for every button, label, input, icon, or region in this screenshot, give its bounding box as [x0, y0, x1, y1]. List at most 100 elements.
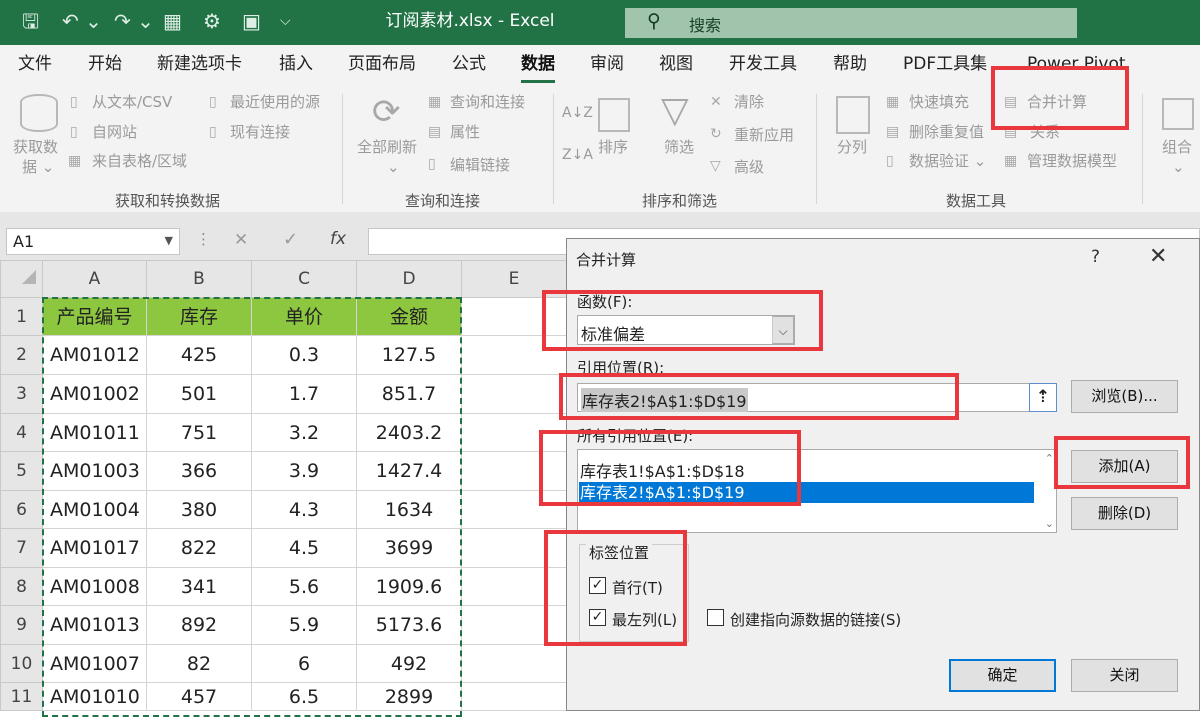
search-box[interactable]: ⚲ 搜索	[625, 8, 1077, 38]
column-header-b[interactable]: B	[146, 260, 252, 298]
row-header[interactable]: 6	[0, 490, 43, 529]
delete-button[interactable]: 删除(D)	[1071, 497, 1178, 530]
group-button[interactable]: 组合	[1162, 138, 1192, 156]
select-all-corner[interactable]	[0, 260, 43, 298]
cell[interactable]: 4.5	[251, 528, 357, 568]
cell[interactable]: 1909.6	[356, 567, 462, 606]
cell[interactable]: 127.5	[356, 335, 462, 375]
row-header[interactable]: 3	[0, 374, 43, 414]
header-cell[interactable]: 单价	[251, 297, 357, 336]
header-cell[interactable]: 库存	[146, 297, 252, 336]
tab-page-layout[interactable]: 页面布局	[348, 53, 416, 75]
collapse-dialog-icon[interactable]: ⇡	[1029, 383, 1057, 412]
column-header-c[interactable]: C	[251, 260, 357, 298]
cell[interactable]: 501	[146, 374, 252, 414]
cell[interactable]: 380	[146, 490, 252, 529]
cell[interactable]: 5.9	[251, 605, 357, 645]
from-web-button[interactable]: 自网站	[92, 123, 137, 141]
close-icon[interactable]: ✕	[1149, 244, 1167, 269]
sort-asc-button[interactable]: A↓Z	[562, 104, 593, 122]
queries-connections-button[interactable]: 查询和连接	[450, 93, 525, 111]
tab-pdf[interactable]: PDF工具集	[903, 53, 987, 75]
cell[interactable]: AM01012	[42, 335, 147, 375]
cell[interactable]: AM01010	[42, 682, 147, 711]
properties-button[interactable]: 属性	[450, 123, 480, 141]
cell[interactable]	[461, 644, 567, 683]
tab-insert[interactable]: 插入	[279, 53, 313, 75]
cell[interactable]: 1634	[356, 490, 462, 529]
cell[interactable]: AM01013	[42, 605, 147, 645]
cell[interactable]: 751	[146, 413, 252, 452]
tab-formulas[interactable]: 公式	[452, 53, 486, 75]
cell[interactable]: 492	[356, 644, 462, 683]
tab-view[interactable]: 视图	[659, 53, 693, 75]
help-icon[interactable]: ?	[1091, 247, 1100, 267]
tab-help[interactable]: 帮助	[833, 53, 867, 75]
tab-file[interactable]: 文件	[18, 53, 52, 75]
text-to-columns-button[interactable]: 分列	[837, 138, 867, 156]
sort-button[interactable]: 排序	[598, 138, 628, 156]
row-header[interactable]: 1	[0, 297, 43, 336]
enter-icon[interactable]: ✓	[283, 229, 298, 250]
recent-sources-button[interactable]: 最近使用的源	[230, 93, 320, 111]
cell[interactable]: 851.7	[356, 374, 462, 414]
name-box-dropdown-icon[interactable]: ▼	[165, 234, 173, 247]
cell[interactable]: 1427.4	[356, 451, 462, 491]
row-header[interactable]: 7	[0, 528, 43, 568]
cancel-icon[interactable]: ✕	[234, 230, 248, 250]
cell[interactable]: 4.3	[251, 490, 357, 529]
data-validation-button[interactable]: 数据验证 ⌄	[909, 152, 986, 170]
cell[interactable]: 1.7	[251, 374, 357, 414]
cell[interactable]: 822	[146, 528, 252, 568]
cell[interactable]: 366	[146, 451, 252, 491]
get-data-label-2[interactable]: 据 ⌄	[22, 158, 54, 176]
cell[interactable]: AM01003	[42, 451, 147, 491]
ok-button[interactable]: 确定	[949, 659, 1056, 692]
create-links-checkbox[interactable]	[707, 609, 724, 626]
cell[interactable]: 0.3	[251, 335, 357, 375]
cell[interactable]: 3699	[356, 528, 462, 568]
cell[interactable]: 341	[146, 567, 252, 606]
refresh-dropdown-icon[interactable]: ⌄	[387, 158, 400, 176]
cell[interactable]: 6.5	[251, 682, 357, 711]
header-cell[interactable]: 产品编号	[42, 297, 147, 336]
row-header[interactable]: 8	[0, 567, 43, 606]
cell[interactable]: 2403.2	[356, 413, 462, 452]
browse-button[interactable]: 浏览(B)...	[1071, 380, 1178, 413]
cell[interactable]: 3.9	[251, 451, 357, 491]
header-cell[interactable]: 金额	[356, 297, 462, 336]
cell[interactable]: 82	[146, 644, 252, 683]
scroll-down-icon[interactable]: ⌄	[1045, 517, 1054, 530]
cell[interactable]: 5.6	[251, 567, 357, 606]
tab-data[interactable]: 数据	[521, 53, 555, 83]
remove-duplicates-button[interactable]: 删除重复值	[909, 123, 984, 141]
cell[interactable]: 3.2	[251, 413, 357, 452]
cell[interactable]	[461, 374, 567, 414]
existing-connections-button[interactable]: 现有连接	[230, 123, 290, 141]
sort-desc-button[interactable]: Z↓A	[562, 146, 593, 164]
clear-button[interactable]: 清除	[734, 93, 764, 111]
row-header[interactable]: 4	[0, 413, 43, 452]
insert-function-icon[interactable]: fx	[330, 229, 346, 249]
tab-review[interactable]: 审阅	[590, 53, 624, 75]
edit-links-button[interactable]: 编辑链接	[450, 156, 510, 174]
reapply-button[interactable]: 重新应用	[734, 126, 794, 144]
cell[interactable]: 892	[146, 605, 252, 645]
cell[interactable]: AM01004	[42, 490, 147, 529]
cell[interactable]: 5173.6	[356, 605, 462, 645]
cell[interactable]: AM01007	[42, 644, 147, 683]
row-header[interactable]: 2	[0, 335, 43, 375]
row-header[interactable]: 11	[0, 682, 43, 711]
cell[interactable]: 6	[251, 644, 357, 683]
name-box[interactable]: A1 ▼	[6, 228, 180, 255]
group-dropdown-icon[interactable]: ⌄	[1172, 158, 1185, 176]
tab-developer[interactable]: 开发工具	[729, 53, 797, 75]
cell[interactable]: AM01008	[42, 567, 147, 606]
flash-fill-button[interactable]: 快速填充	[909, 93, 969, 111]
cell[interactable]: AM01011	[42, 413, 147, 452]
from-text-button[interactable]: 从文本/CSV	[92, 93, 172, 111]
filter-button[interactable]: 筛选	[664, 138, 694, 156]
tab-new[interactable]: 新建选项卡	[157, 53, 242, 75]
refresh-all-button[interactable]: 全部刷新	[357, 138, 417, 156]
row-header[interactable]: 10	[0, 644, 43, 683]
